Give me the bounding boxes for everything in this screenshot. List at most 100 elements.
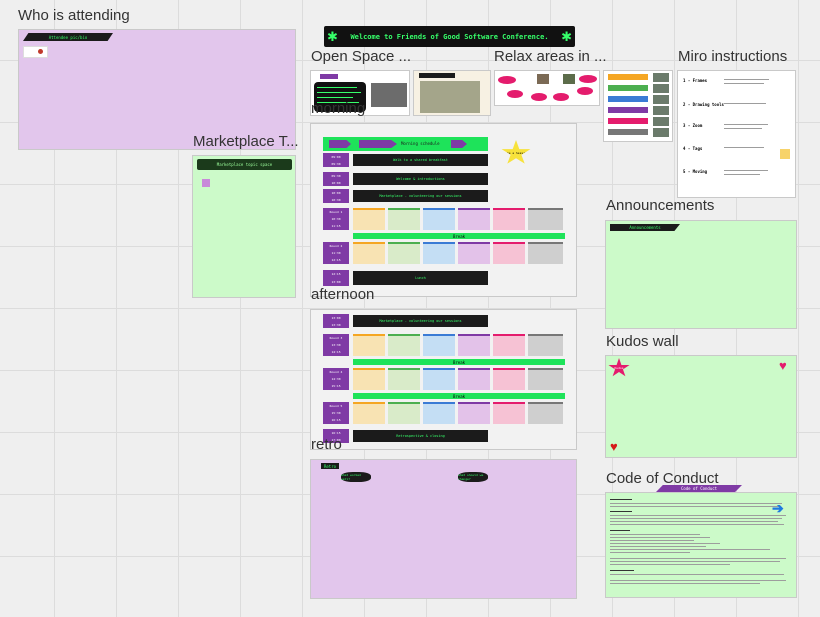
photo-strip [653, 73, 669, 139]
frame-title-miro-instructions[interactable]: Miro instructions [678, 48, 787, 65]
alien-icon: ✱ [327, 29, 338, 44]
welcome-banner[interactable]: ✱ Welcome to Friends of Good Software Co… [324, 26, 575, 47]
session-cell[interactable] [353, 368, 385, 390]
session-cell[interactable] [388, 402, 420, 424]
frame-kudos-wall[interactable]: Kudos ♥ ♥ [605, 355, 797, 458]
attending-header: Attendee pic/bio [23, 33, 113, 41]
session-cell[interactable] [458, 334, 490, 356]
session-lunch[interactable]: Lunch [353, 271, 488, 285]
session-cell[interactable] [423, 242, 455, 264]
morning-header: Morning schedule [323, 137, 488, 151]
coc-header: Code of Conduct [656, 485, 742, 492]
session-cell[interactable] [423, 334, 455, 356]
star-icon[interactable]: Kudos [608, 358, 630, 377]
frame-title-marketplace[interactable]: Marketplace T... [193, 133, 299, 150]
session-cell[interactable] [353, 242, 385, 264]
session-cell[interactable] [528, 208, 563, 230]
frame-title-code-of-conduct[interactable]: Code of Conduct [606, 470, 719, 487]
instruction-heading: 3 - Zoom [683, 123, 703, 128]
retro-bubble-worked-well[interactable]: what worked well? [341, 472, 371, 482]
frame-title-open-space[interactable]: Open Space ... [311, 48, 411, 65]
session-cell[interactable] [493, 334, 525, 356]
relax-area-legend[interactable] [603, 70, 673, 142]
frame-title-relax-areas[interactable]: Relax areas in ... [494, 48, 607, 65]
welcome-text: Welcome to Friends of Good Software Conf… [350, 32, 549, 41]
marketplace-header: Marketplace topic space [197, 159, 292, 170]
session-cell[interactable] [528, 402, 563, 424]
frame-title-afternoon[interactable]: afternoon [311, 286, 374, 303]
retro-tag: Retro [321, 463, 339, 469]
round-slot: Round 1 10:30 11:15 [323, 208, 349, 230]
heart-icon[interactable]: ♥ [610, 440, 618, 453]
session-cell[interactable] [493, 368, 525, 390]
frame-title-kudos-wall[interactable]: Kudos wall [606, 333, 679, 350]
photo [371, 83, 407, 107]
round-slot: Round 5 15:30 16:15 [323, 402, 349, 424]
time-slot: 10:00 10:30 [323, 189, 349, 203]
frame-title-announcements[interactable]: Announcements [606, 197, 714, 214]
session-cell[interactable] [423, 368, 455, 390]
break-bar: Break [353, 359, 565, 365]
frame-title-morning[interactable]: morning [311, 100, 365, 117]
map-image[interactable] [413, 70, 491, 116]
frame-retro[interactable]: Retro what worked well? what should we c… [310, 459, 577, 599]
tag [320, 74, 338, 79]
session-cell[interactable] [528, 242, 563, 264]
frame-announcements[interactable]: Announcements [605, 220, 797, 329]
session-cell[interactable] [388, 208, 420, 230]
session-cell[interactable] [493, 242, 525, 264]
arrow-right-icon[interactable]: ➔ [772, 501, 784, 515]
session-marketplace[interactable]: Marketplace - volunteering our sessions [353, 190, 488, 202]
sticky-note[interactable] [202, 179, 210, 187]
time-slot: 12:15 13:00 [323, 270, 349, 286]
session-cell[interactable] [388, 242, 420, 264]
session-walk-breakfast[interactable]: Walk to a shared breakfast [353, 154, 488, 166]
heart-icon[interactable]: ♥ [779, 359, 787, 372]
session-cell[interactable] [458, 368, 490, 390]
session-cell[interactable] [458, 242, 490, 264]
session-cell[interactable] [493, 208, 525, 230]
photo [537, 74, 549, 84]
session-cell[interactable] [423, 402, 455, 424]
frame-relax-areas[interactable] [494, 70, 600, 106]
session-cell[interactable] [423, 208, 455, 230]
frame-title-who-is-attending[interactable]: Who is attending [18, 7, 130, 24]
session-welcome[interactable]: Welcome & introductions [353, 173, 488, 185]
frame-miro-instructions[interactable]: 1 - Frames 2 - Drawing tools 3 - Zoom 4 … [677, 70, 796, 198]
tag [419, 73, 455, 78]
session-cell[interactable] [388, 334, 420, 356]
frame-code-of-conduct[interactable]: Code of Conduct ➔ [605, 485, 797, 598]
alien-icon: ✱ [561, 29, 572, 44]
round-slot: Round 2 11:30 12:15 [323, 242, 349, 264]
instruction-heading: 2 - Drawing tools [683, 102, 724, 107]
time-slot: 09:00 09:30 [323, 153, 349, 167]
retro-bubble-change[interactable]: what should we change? [458, 472, 488, 482]
frame-title-retro[interactable]: retro [311, 436, 342, 453]
session-cell[interactable] [528, 334, 563, 356]
arrow-icon [359, 140, 397, 148]
avatar [38, 49, 43, 54]
frame-morning[interactable]: Morning schedule Make a Session 09:00 09:… [310, 123, 577, 297]
session-cell[interactable] [458, 208, 490, 230]
session-cell[interactable] [493, 402, 525, 424]
star-icon[interactable]: Make a Session [501, 140, 531, 164]
session-cell[interactable] [353, 208, 385, 230]
instruction-heading: 1 - Frames [683, 78, 708, 83]
frame-marketplace[interactable]: Marketplace topic space [192, 155, 296, 298]
round-slot: Round 3 13:30 14:15 [323, 334, 349, 356]
session-cell[interactable] [528, 368, 563, 390]
session-cell[interactable] [458, 402, 490, 424]
frame-who-is-attending[interactable]: Attendee pic/bio [18, 29, 296, 150]
time-slot: 13:00 13:30 [323, 314, 349, 328]
photo [563, 74, 575, 84]
session-cell[interactable] [388, 368, 420, 390]
frame-afternoon[interactable]: 13:00 13:30 Marketplace - volunteering ou… [310, 309, 577, 450]
session-cell[interactable] [353, 334, 385, 356]
session-marketplace[interactable]: Marketplace - volunteering our sessions [353, 315, 488, 327]
session-retrospective[interactable]: Retrospective & closing [353, 430, 488, 442]
time-slot: 09:30 10:00 [323, 172, 349, 186]
announcements-header: Announcements [610, 224, 680, 231]
session-cell[interactable] [353, 402, 385, 424]
tag-icon [780, 149, 790, 159]
attendee-card[interactable] [23, 46, 48, 58]
